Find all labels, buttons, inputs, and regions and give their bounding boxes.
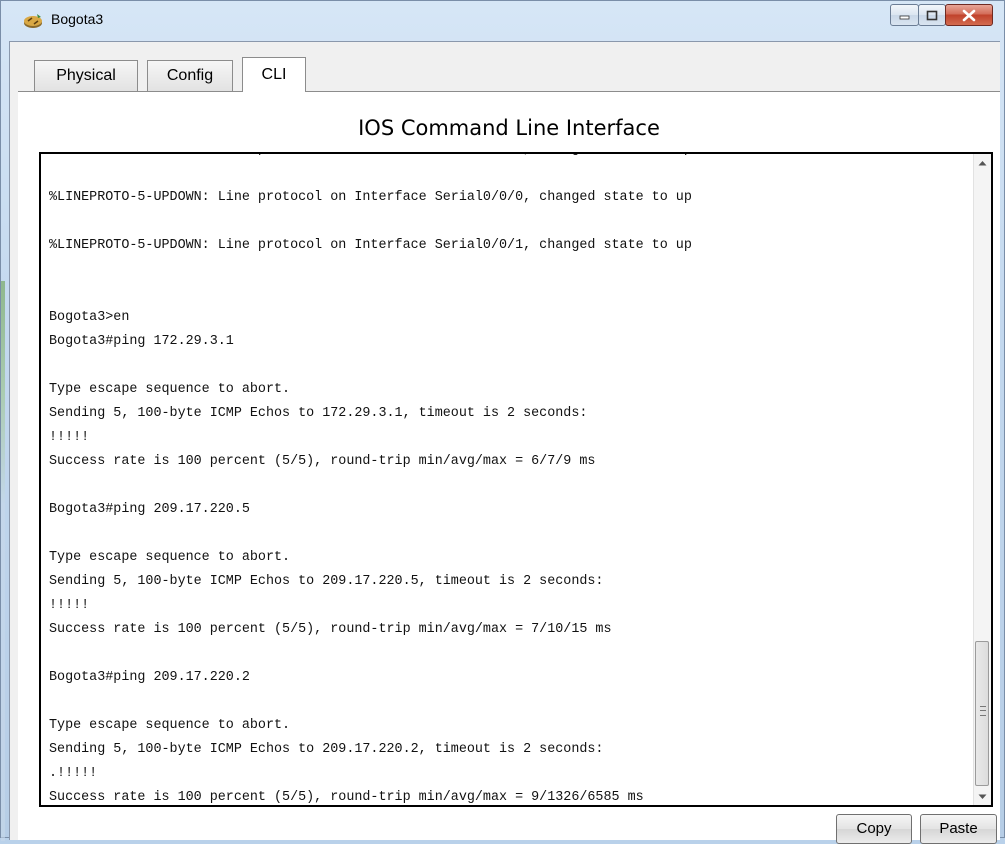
console-line: Sending 5, 100-byte ICMP Echos to 209.17… xyxy=(49,742,604,757)
minimize-icon xyxy=(899,15,909,20)
copy-button[interactable]: Copy xyxy=(836,814,912,844)
scroll-thumb[interactable] xyxy=(975,641,989,786)
tab-bar: Physical Config CLI xyxy=(10,42,1000,92)
background-strip xyxy=(1,281,5,841)
arrow-up-icon xyxy=(978,160,987,165)
console-line: Bogota3#ping 209.17.220.5 xyxy=(49,502,250,517)
console-line: Success rate is 100 percent (5/5), round… xyxy=(49,454,596,469)
router-icon xyxy=(23,12,43,30)
console-line: Bogota3#ping 209.17.220.2 xyxy=(49,670,250,685)
console-line: Type escape sequence to abort. xyxy=(49,718,291,733)
tab-physical[interactable]: Physical xyxy=(34,60,138,91)
client-area: Physical Config CLI IOS Command Line Int… xyxy=(9,41,1000,844)
tab-config[interactable]: Config xyxy=(147,60,233,91)
arrow-down-icon xyxy=(978,794,987,799)
maximize-icon xyxy=(926,10,938,20)
console-line: %LINEPROTO-5-UPDOWN: Line protocol on In… xyxy=(49,238,692,253)
vertical-scrollbar[interactable] xyxy=(973,154,991,805)
console-line: Success rate is 100 percent (5/5), round… xyxy=(49,622,612,637)
console-line: %LINEPROTO-5-UPDOWN: Line protocol on In… xyxy=(49,154,969,162)
console-line: Type escape sequence to abort. xyxy=(49,382,291,397)
cli-panel: IOS Command Line Interface %LINEPROTO-5-… xyxy=(18,92,1000,844)
panel-title: IOS Command Line Interface xyxy=(358,116,660,140)
console-line: %LINEPROTO-5-UPDOWN: Line protocol on In… xyxy=(49,190,692,205)
maximize-button[interactable] xyxy=(918,4,946,26)
console-line: Type escape sequence to abort. xyxy=(49,550,291,565)
cli-console[interactable]: %LINEPROTO-5-UPDOWN: Line protocol on In… xyxy=(39,152,993,807)
tab-cli[interactable]: CLI xyxy=(242,57,306,92)
close-button[interactable] xyxy=(945,4,993,26)
console-line: Bogota3#ping 172.29.3.1 xyxy=(49,334,234,349)
console-line: Sending 5, 100-byte ICMP Echos to 209.17… xyxy=(49,574,604,589)
console-line: Sending 5, 100-byte ICMP Echos to 172.29… xyxy=(49,406,588,421)
console-line: .!!!!! xyxy=(49,766,98,781)
console-line: !!!!! xyxy=(49,598,90,613)
title-bar[interactable]: Bogota3 xyxy=(1,1,1004,41)
console-line: !!!!! xyxy=(49,430,90,445)
window-title: Bogota3 xyxy=(51,11,104,27)
scroll-up-button[interactable] xyxy=(974,154,991,171)
console-line: Success rate is 100 percent (5/5), round… xyxy=(49,790,644,805)
paste-button[interactable]: Paste xyxy=(920,814,997,844)
scroll-down-button[interactable] xyxy=(974,788,991,805)
grip-icon xyxy=(980,706,986,716)
console-output[interactable]: %LINEPROTO-5-UPDOWN: Line protocol on In… xyxy=(49,154,969,805)
minimize-button[interactable] xyxy=(890,4,919,26)
console-line: Bogota3>en xyxy=(49,310,130,325)
app-window: Bogota3 Physical Config CLI IOS Command … xyxy=(0,0,1005,844)
close-icon xyxy=(962,9,976,21)
